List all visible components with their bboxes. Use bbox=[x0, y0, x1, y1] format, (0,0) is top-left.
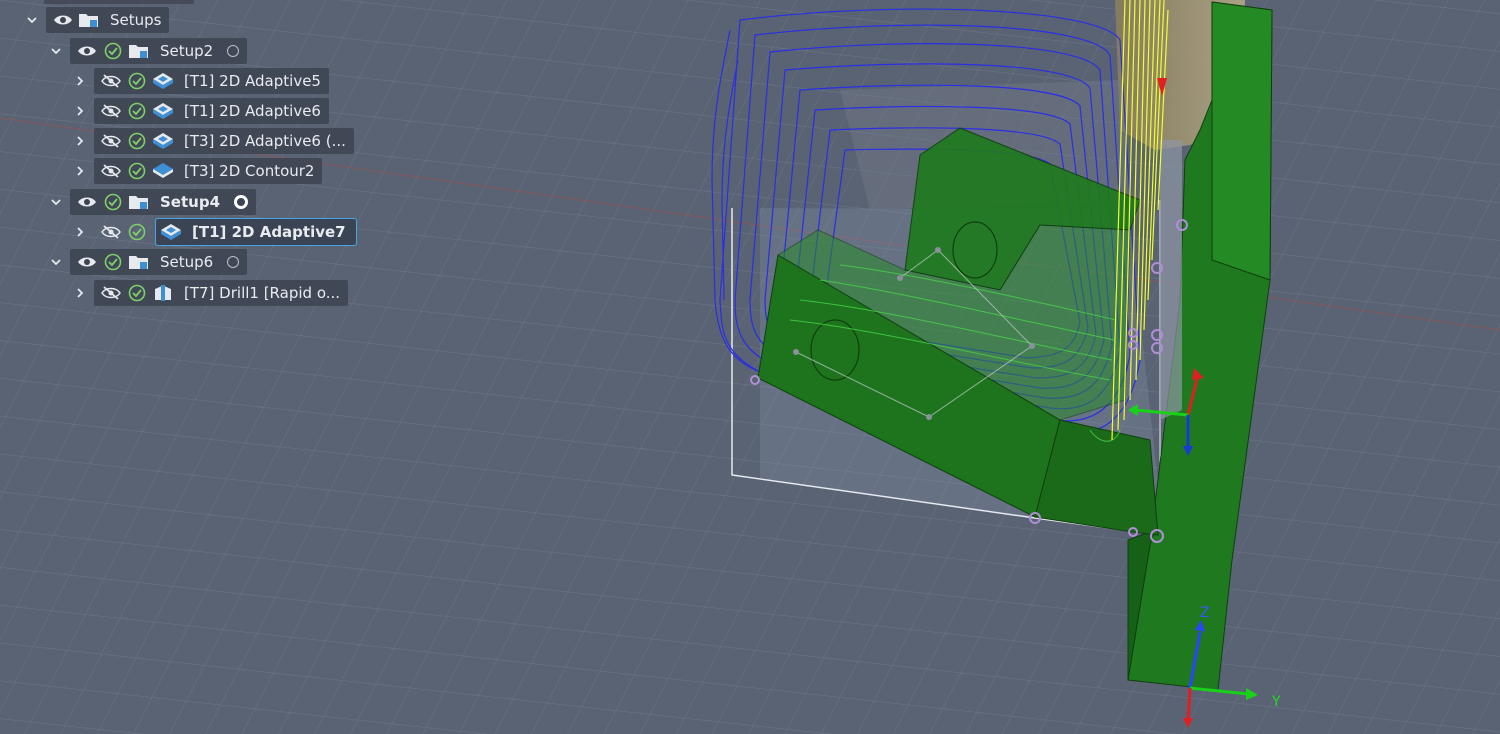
eye-hidden-icon[interactable] bbox=[100, 221, 122, 243]
eye-icon[interactable] bbox=[76, 191, 98, 213]
tree-label: [T1] 2D Adaptive7 bbox=[192, 223, 346, 241]
tree-row-operation[interactable]: [T3] 2D Adaptive6 (... bbox=[72, 128, 354, 154]
setup-folder-icon bbox=[128, 191, 150, 213]
tree-row-operation[interactable]: [T1] 2D Adaptive5 bbox=[72, 68, 329, 94]
chevron-right-icon[interactable] bbox=[72, 68, 88, 94]
tree-row-operation[interactable]: [T1] 2D Adaptive6 bbox=[72, 98, 329, 124]
chevron-right-icon[interactable] bbox=[72, 98, 88, 124]
adaptive-operation-icon bbox=[152, 100, 174, 122]
adaptive-operation-icon bbox=[152, 70, 174, 92]
setup-folder-icon bbox=[128, 251, 150, 273]
tree-top-edge bbox=[44, 0, 194, 4]
eye-icon[interactable] bbox=[76, 40, 98, 62]
tree-label: Setup2 bbox=[160, 42, 214, 60]
tree-row-operation[interactable]: [T7] Drill1 [Rapid o... bbox=[72, 280, 349, 306]
check-circle-icon bbox=[102, 251, 124, 273]
axis-label-z: Z bbox=[1200, 605, 1210, 621]
activate-setup-radio[interactable] bbox=[234, 195, 248, 209]
check-circle-icon bbox=[102, 40, 124, 62]
chevron-right-icon[interactable] bbox=[72, 280, 88, 306]
activate-setup-radio[interactable] bbox=[227, 45, 240, 57]
check-circle-icon bbox=[126, 100, 148, 122]
eye-hidden-icon[interactable] bbox=[100, 70, 122, 92]
check-circle-icon bbox=[126, 160, 148, 182]
chevron-down-icon[interactable] bbox=[48, 38, 64, 64]
tree-row-setup2[interactable]: Setup2 bbox=[48, 38, 248, 64]
eye-hidden-icon[interactable] bbox=[100, 160, 122, 182]
tree-row-setup4[interactable]: Setup4 bbox=[48, 189, 256, 215]
check-circle-icon bbox=[126, 70, 148, 92]
adaptive-operation-icon bbox=[160, 221, 182, 243]
check-circle-icon bbox=[126, 130, 148, 152]
tree-label: Setup6 bbox=[160, 253, 214, 271]
eye-icon[interactable] bbox=[52, 9, 74, 31]
check-circle-icon bbox=[126, 282, 148, 304]
check-circle-icon bbox=[126, 221, 148, 243]
selected-operation-highlight[interactable]: [T1] 2D Adaptive7 bbox=[155, 218, 357, 246]
cam-browser-tree: Setups Setup2 [T1] 2D Adaptive5 [T1] 2D … bbox=[0, 0, 380, 310]
tree-label: [T1] 2D Adaptive5 bbox=[184, 72, 321, 90]
tree-row-setup6[interactable]: Setup6 bbox=[48, 249, 248, 275]
tree-label: [T7] Drill1 [Rapid o... bbox=[184, 284, 341, 302]
eye-hidden-icon[interactable] bbox=[100, 130, 122, 152]
tree-label: [T3] 2D Adaptive6 (... bbox=[184, 132, 346, 150]
tree-row-operation[interactable]: [T3] 2D Contour2 bbox=[72, 158, 323, 184]
tree-label: [T3] 2D Contour2 bbox=[184, 162, 315, 180]
check-circle-icon bbox=[102, 191, 124, 213]
chevron-right-icon[interactable] bbox=[72, 128, 88, 154]
tree-label: [T1] 2D Adaptive6 bbox=[184, 102, 321, 120]
chevron-down-icon[interactable] bbox=[48, 249, 64, 275]
eye-hidden-icon[interactable] bbox=[100, 282, 122, 304]
drill-operation-icon bbox=[152, 282, 174, 304]
tree-label: Setup4 bbox=[160, 193, 220, 211]
setup-folder-icon bbox=[128, 40, 150, 62]
contour-operation-icon bbox=[152, 160, 174, 182]
tree-row-setups[interactable]: Setups bbox=[24, 7, 170, 33]
tree-row-operation-selected[interactable]: [T1] 2D Adaptive7 bbox=[72, 218, 357, 246]
adaptive-operation-icon bbox=[152, 130, 174, 152]
chevron-down-icon[interactable] bbox=[48, 189, 64, 215]
chevron-down-icon[interactable] bbox=[24, 7, 40, 33]
chevron-right-icon[interactable] bbox=[72, 158, 88, 184]
eye-hidden-icon[interactable] bbox=[100, 100, 122, 122]
activate-setup-radio[interactable] bbox=[227, 256, 240, 268]
chevron-right-icon[interactable] bbox=[72, 219, 88, 245]
eye-icon[interactable] bbox=[76, 251, 98, 273]
axis-label-y: Y bbox=[1271, 694, 1281, 710]
tree-label: Setups bbox=[110, 11, 162, 29]
setups-folder-icon bbox=[78, 9, 100, 31]
